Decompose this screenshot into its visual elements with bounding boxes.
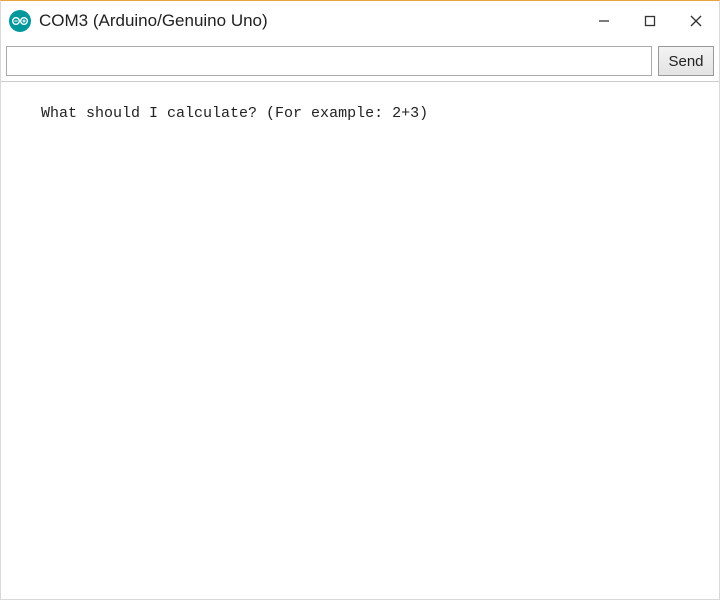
window-controls <box>581 1 719 41</box>
minimize-button[interactable] <box>581 1 627 41</box>
maximize-button[interactable] <box>627 1 673 41</box>
close-button[interactable] <box>673 1 719 41</box>
output-line: What should I calculate? (For example: 2… <box>41 105 428 122</box>
titlebar: COM3 (Arduino/Genuino Uno) <box>1 1 719 41</box>
window-title: COM3 (Arduino/Genuino Uno) <box>39 11 581 31</box>
serial-output: What should I calculate? (For example: 2… <box>1 81 719 599</box>
arduino-icon <box>9 10 31 32</box>
send-button[interactable]: Send <box>658 46 714 76</box>
input-row: Send <box>1 41 719 81</box>
serial-monitor-window: COM3 (Arduino/Genuino Uno) Send What sho… <box>0 0 720 600</box>
serial-input[interactable] <box>6 46 652 76</box>
